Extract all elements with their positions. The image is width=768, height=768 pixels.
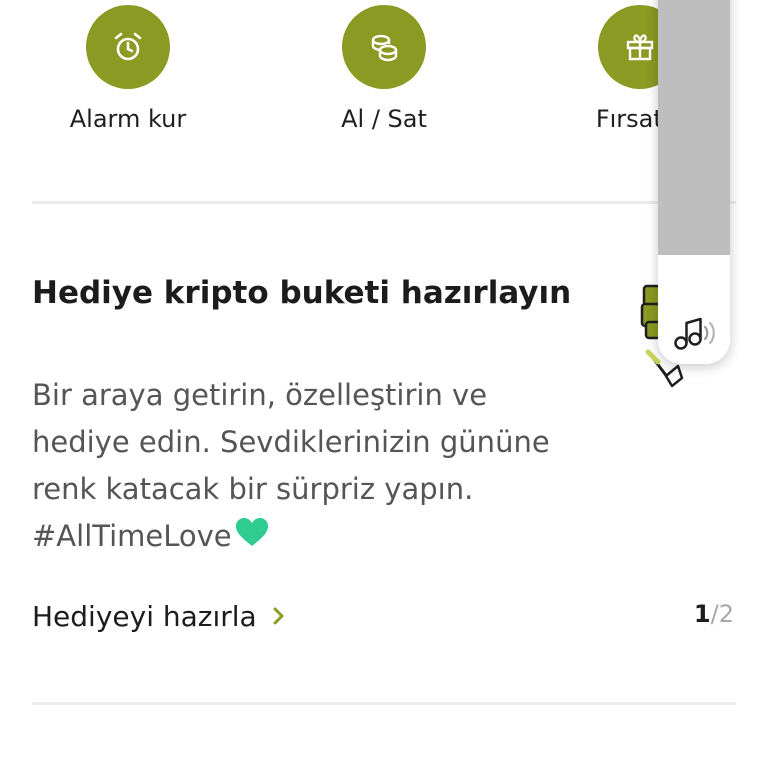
quick-action-label: Al / Sat (341, 105, 427, 133)
alarm-clock-icon (114, 32, 142, 61)
trade-button[interactable] (342, 5, 426, 89)
green-heart-icon (234, 515, 270, 562)
prepare-gift-link[interactable]: Hediyeyi hazırla (32, 596, 285, 636)
pager-separator: / (710, 600, 719, 628)
section-divider (32, 201, 736, 204)
prepare-gift-label: Hediyeyi hazırla (32, 599, 257, 633)
quick-action-trade[interactable]: Al / Sat (284, 5, 484, 133)
quick-action-label: Alarm kur (69, 105, 187, 133)
pager-current: 1 (693, 600, 711, 628)
coins-icon (371, 34, 398, 62)
alarm-button[interactable] (86, 5, 170, 89)
pager-total: 2 (718, 600, 734, 628)
gift-icon (626, 34, 654, 61)
quick-action-alarm[interactable]: Alarm kur (28, 5, 228, 133)
music-note-icon[interactable] (672, 315, 720, 353)
audio-track[interactable] (658, 0, 730, 255)
audio-widget[interactable] (658, 0, 730, 364)
promo-description-text: Bir araya getirin, özelleştirin ve hediy… (32, 378, 550, 553)
chevron-right-icon (273, 607, 285, 625)
section-divider-bottom (32, 702, 736, 705)
carousel-pager: 1/2 (694, 600, 734, 628)
promo-description: Bir araya getirin, özelleştirin ve hediy… (32, 372, 572, 562)
promo-title: Hediye kripto buketi hazırlayın (32, 275, 572, 311)
